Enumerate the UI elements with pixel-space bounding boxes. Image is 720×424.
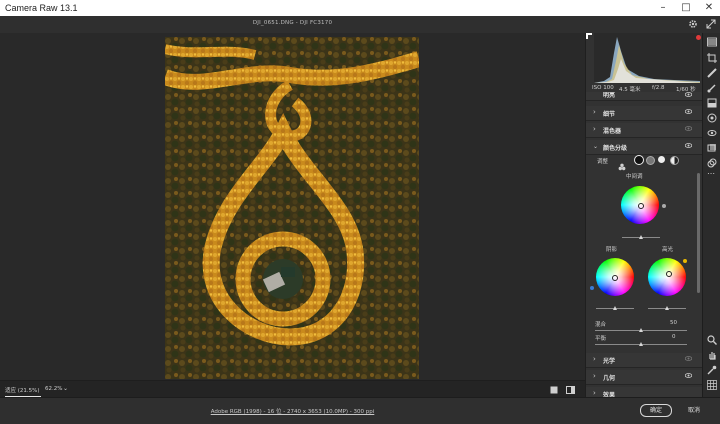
highlights-mode-icon[interactable]	[658, 156, 665, 163]
section-label: 颜色分级	[603, 145, 628, 152]
edit-icon[interactable]	[707, 37, 717, 47]
edit-panel: ISO 100 4.5 毫米 f/2.8 1/60 秒 明亮 › 细节 › 混色…	[585, 33, 702, 398]
zoom-fit-button[interactable]: 适应 (21.5%)	[5, 386, 40, 394]
chevron-right-icon[interactable]: ›	[593, 372, 596, 380]
color-sampler-icon[interactable]	[707, 365, 717, 375]
shadow-clipping-icon[interactable]	[586, 33, 592, 39]
blend-label: 混合	[595, 322, 607, 328]
cancel-button[interactable]: 取消	[683, 405, 705, 416]
tool-strip: ⋯	[702, 33, 720, 397]
chevron-right-icon[interactable]: ›	[593, 355, 596, 363]
eye-icon[interactable]	[685, 143, 692, 148]
single-view-icon[interactable]	[550, 386, 558, 394]
fullscreen-icon[interactable]	[706, 19, 716, 29]
highlights-label: 高光	[662, 247, 674, 253]
compare-view-icon[interactable]	[566, 386, 575, 394]
highlight-clipping-icon[interactable]	[696, 35, 701, 40]
midtones-label: 中间调	[626, 174, 643, 180]
presets-icon[interactable]	[707, 158, 717, 168]
shadows-luminance-thumb[interactable]	[613, 306, 617, 310]
blend-value[interactable]: 50	[670, 320, 677, 326]
midtones-hue-handle[interactable]	[662, 204, 666, 208]
grid-icon[interactable]	[707, 380, 717, 390]
red-eye-icon[interactable]	[707, 128, 717, 138]
highlights-hue-handle[interactable]	[683, 259, 687, 263]
balance-label: 平衡	[595, 336, 607, 342]
brush-icon[interactable]	[707, 83, 717, 93]
section-label: 细节	[603, 111, 616, 118]
crop-icon[interactable]	[707, 53, 717, 63]
section-detail[interactable]: › 细节	[586, 106, 702, 121]
graduated-filter-icon[interactable]	[707, 98, 717, 108]
zoom-icon[interactable]	[707, 335, 717, 345]
more-options-icon[interactable]: ⋯	[707, 169, 715, 178]
blend-slider-thumb[interactable]	[639, 328, 643, 332]
midtones-mode-icon[interactable]	[646, 156, 655, 165]
eye-icon[interactable]	[685, 126, 692, 131]
section-label: 几何	[603, 375, 616, 382]
histogram-aperture: f/2.8	[652, 85, 665, 91]
file-info-bar: DJI_0651.DNG - DJI FC3170	[0, 16, 720, 34]
section-optics[interactable]: › 光学	[586, 353, 702, 368]
workflow-options-link[interactable]: Adobe RGB (1998) - 16 位 - 2740 x 3653 (1…	[0, 407, 585, 415]
photo-preview[interactable]	[165, 37, 419, 379]
section-color-mixer[interactable]: › 混色器	[586, 123, 702, 138]
highlights-wheel-handle[interactable]	[666, 271, 672, 277]
histogram-iso: ISO 100	[592, 85, 614, 91]
heal-icon[interactable]	[707, 68, 717, 78]
chevron-right-icon[interactable]: ›	[593, 389, 596, 397]
close-icon[interactable]: ✕	[702, 1, 716, 15]
radial-filter-icon[interactable]	[707, 113, 717, 123]
eye-icon[interactable]	[685, 92, 692, 97]
zoom-level-select[interactable]: 62.2%	[45, 386, 62, 392]
chevron-down-icon[interactable]: ⌄	[63, 385, 68, 392]
midtones-luminance-thumb[interactable]	[639, 235, 643, 239]
footer-bar: Adobe RGB (1998) - 16 位 - 2740 x 3653 (1…	[0, 397, 720, 424]
section-partial-label: 明亮	[603, 92, 616, 99]
file-name: DJI_0651.DNG - DJI FC3170	[252, 20, 333, 26]
chevron-right-icon[interactable]: ›	[593, 108, 596, 116]
section-partial[interactable]: 明亮	[586, 92, 702, 101]
shadows-mode-icon[interactable]	[634, 155, 644, 165]
chevron-down-icon[interactable]: ⌄	[593, 143, 598, 150]
panel-scrollbar[interactable]	[697, 173, 700, 293]
shadows-hue-handle[interactable]	[590, 286, 594, 290]
global-mode-icon[interactable]	[670, 156, 679, 165]
minimize-icon[interactable]: –	[656, 1, 670, 15]
chevron-right-icon[interactable]: ›	[593, 125, 596, 133]
highlights-color-wheel[interactable]	[648, 258, 686, 296]
eye-icon[interactable]	[685, 356, 692, 361]
title-bar: Camera Raw 13.1 – □ ✕	[0, 0, 720, 16]
three-way-icon[interactable]	[618, 156, 626, 171]
balance-slider-thumb[interactable]	[639, 342, 643, 346]
hand-icon[interactable]	[707, 350, 717, 360]
done-button[interactable]: 确定	[640, 404, 672, 417]
window-title: Camera Raw 13.1	[5, 3, 78, 13]
balance-value[interactable]: 0	[672, 334, 676, 340]
section-label: 混色器	[603, 128, 622, 135]
section-label: 光学	[603, 358, 616, 365]
zoom-bar: 适应 (21.5%) 62.2% ⌄	[0, 380, 585, 398]
shadows-wheel-handle[interactable]	[612, 275, 618, 281]
snapshots-icon[interactable]	[707, 143, 717, 153]
highlights-luminance-thumb[interactable]	[665, 306, 669, 310]
shadows-label: 阴影	[606, 247, 618, 253]
eye-icon[interactable]	[685, 109, 692, 114]
adjust-label: 调整	[597, 159, 609, 165]
maximize-icon[interactable]: □	[679, 1, 693, 15]
midtones-wheel-handle[interactable]	[638, 203, 644, 209]
section-geometry[interactable]: › 几何	[586, 370, 702, 385]
section-color-grading[interactable]: ⌄ 颜色分级	[586, 140, 702, 155]
gear-icon[interactable]	[688, 19, 698, 29]
histogram	[594, 33, 700, 83]
eye-icon[interactable]	[685, 373, 692, 378]
